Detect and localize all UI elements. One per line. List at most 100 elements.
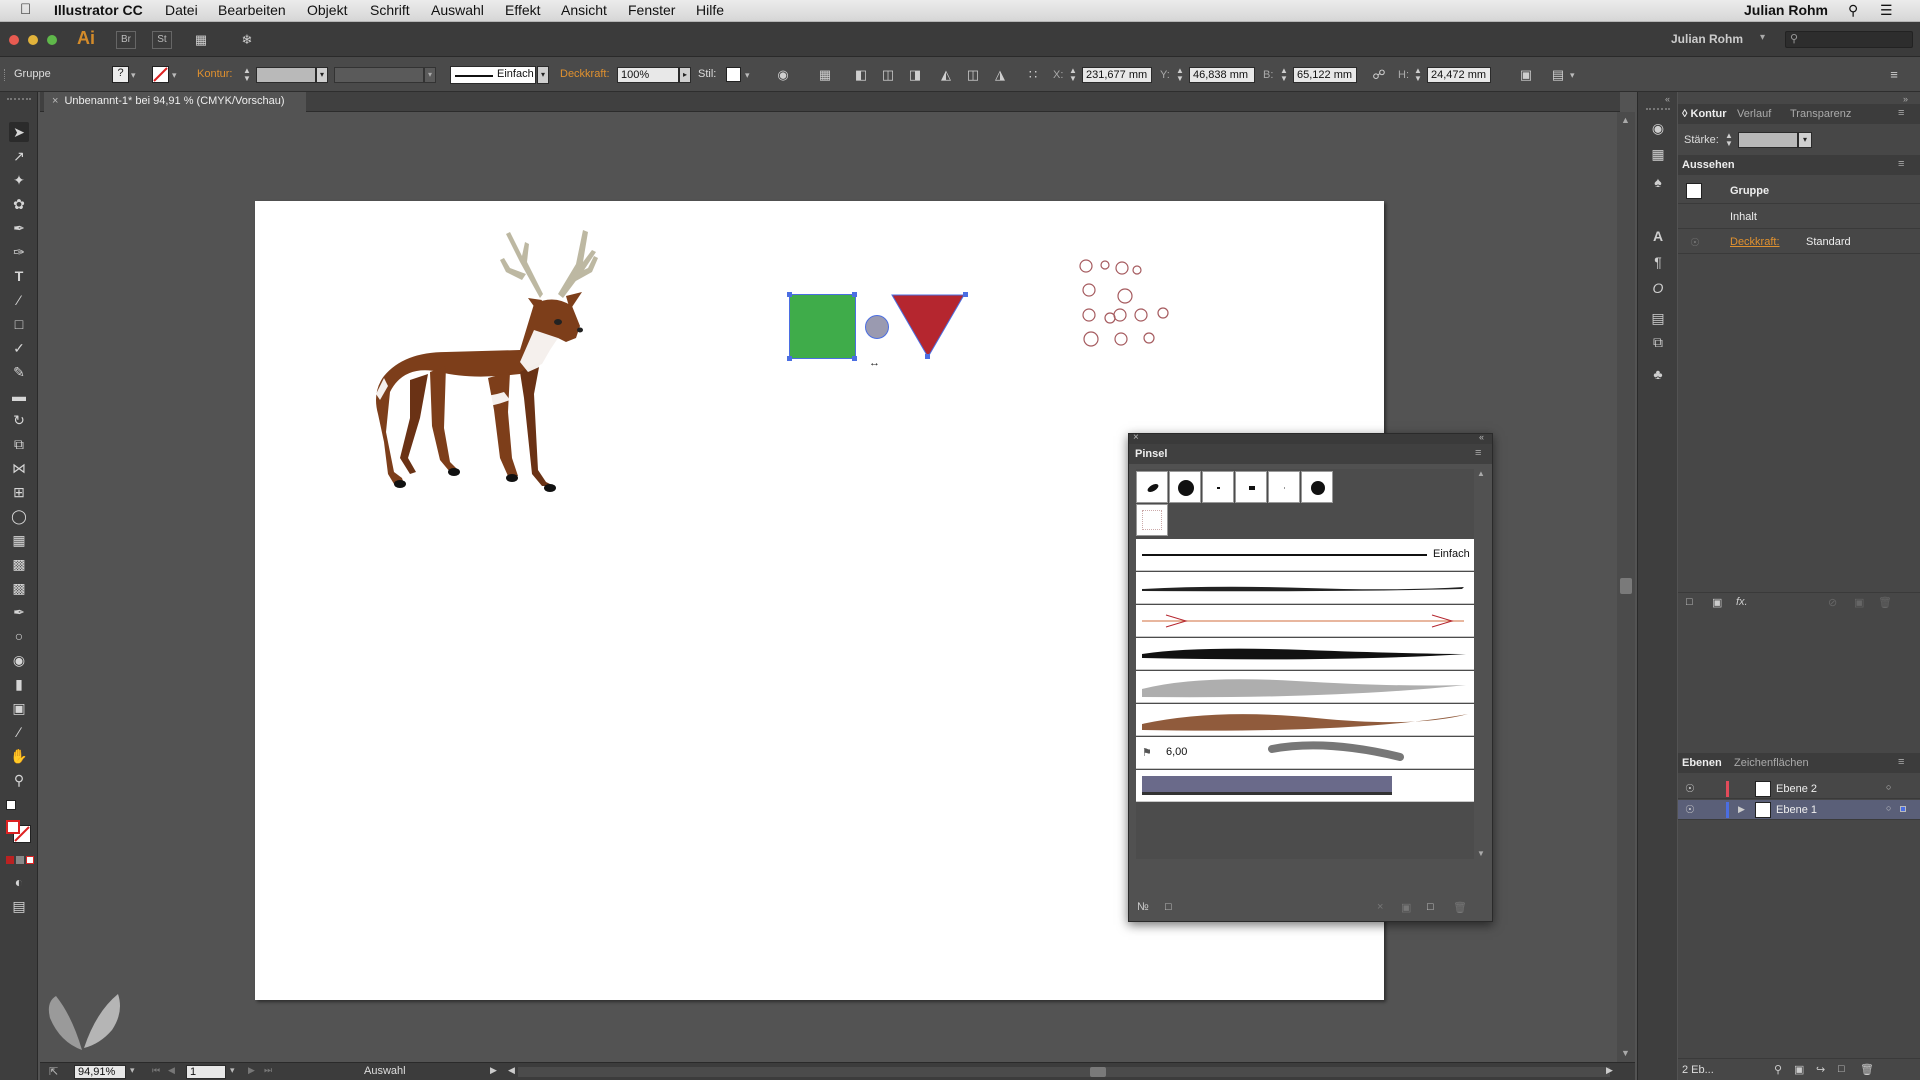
stroke-weight-dropdown-icon[interactable]: ▾ <box>316 67 328 83</box>
current-tool-status[interactable]: Auswahl <box>364 1065 406 1077</box>
artboard-tool-icon[interactable]: ▣ <box>9 698 29 718</box>
height-stepper[interactable]: ▲ ▼ <box>1413 67 1423 83</box>
blend-tool-icon[interactable]: ○ <box>9 626 29 646</box>
horizontal-scrollbar[interactable] <box>518 1067 1610 1077</box>
arrange-documents-icon[interactable]: ▦ <box>192 32 210 48</box>
search-stock-input[interactable]: ⚲ <box>1785 31 1913 48</box>
stock-button[interactable]: St <box>152 31 172 49</box>
scale-tool-icon[interactable]: ⧉ <box>9 434 29 454</box>
apple-icon[interactable]:  <box>20 1 31 18</box>
type-tool-icon[interactable]: T <box>9 266 29 286</box>
create-sublayer-icon[interactable]: ↪ <box>1816 1063 1825 1076</box>
layer-row-ebene-1[interactable]: ☉ ▶ Ebene 1 ○ <box>1678 800 1920 820</box>
width-tool-icon[interactable]: ⋈ <box>9 458 29 478</box>
appearance-group-row[interactable]: Gruppe <box>1678 178 1920 204</box>
zoom-window-button[interactable] <box>47 35 57 45</box>
new-brush-icon[interactable]: □ <box>1427 901 1434 913</box>
panel-stroke-weight-input[interactable] <box>1738 132 1798 148</box>
mesh-tool-icon[interactable]: ▩ <box>9 554 29 574</box>
close-window-button[interactable] <box>9 35 19 45</box>
green-square[interactable] <box>789 294 856 359</box>
graphic-style-chevron-down-icon[interactable]: ▾ <box>745 70 750 81</box>
gpu-performance-icon[interactable]: ❄ <box>238 32 256 48</box>
basic-brush-row[interactable]: Einfach <box>1136 539 1474 571</box>
bounding-box-handle[interactable] <box>852 292 857 297</box>
collapse-panel-icon[interactable]: « <box>1479 432 1484 442</box>
collapse-dock-icon[interactable]: « <box>1665 94 1670 104</box>
column-graph-tool-icon[interactable]: ▮ <box>9 674 29 694</box>
swatches-icon[interactable]: ▦ <box>1648 144 1668 164</box>
artboard-number-input[interactable]: 1 <box>186 1065 226 1079</box>
screen-mode-icon[interactable]: ▤ <box>9 896 29 916</box>
menu-fenster[interactable]: Fenster <box>628 2 675 18</box>
previous-artboard-icon[interactable]: ◀ <box>168 1065 175 1076</box>
art-brush-row[interactable] <box>1136 704 1474 736</box>
workspace-chevron-down-icon[interactable]: ▾ <box>1760 32 1765 43</box>
paintbrush-tool-icon[interactable]: ✓ <box>9 338 29 358</box>
art-brush-row[interactable] <box>1136 572 1474 604</box>
menu-schrift[interactable]: Schrift <box>370 2 410 18</box>
symbol-sprayer-tool-icon[interactable]: ◉ <box>9 650 29 670</box>
calligraphic-brush-chip[interactable] <box>1169 471 1201 503</box>
stroke-chevron-down-icon[interactable]: ▾ <box>172 70 177 81</box>
add-new-fill-icon[interactable]: ▣ <box>1712 596 1722 609</box>
layer-visibility-eye-icon[interactable]: ☉ <box>1685 782 1695 795</box>
slice-tool-icon[interactable]: ∕ <box>9 722 29 742</box>
next-artboard-icon[interactable]: ▶ <box>248 1065 255 1076</box>
last-artboard-icon[interactable]: ⏭ <box>264 1065 272 1076</box>
libraries-icon[interactable]: ♣ <box>1648 364 1668 384</box>
appearance-panel-menu-icon[interactable]: ≡ <box>1898 158 1904 170</box>
align-right-icon[interactable]: ◨ <box>906 67 924 83</box>
bounding-box-handle[interactable] <box>852 356 857 361</box>
selection-tool-icon[interactable]: ➤ <box>9 122 29 142</box>
width-input[interactable]: 65,122 mm <box>1293 67 1357 83</box>
x-stepper[interactable]: ▲ ▼ <box>1068 67 1078 83</box>
variable-width-profile-select[interactable] <box>334 67 424 83</box>
delete-layer-icon[interactable]: 🗑 <box>1860 1063 1874 1076</box>
menu-ansicht[interactable]: Ansicht <box>561 2 607 18</box>
pathfinder-icon[interactable]: ⧉ <box>1648 332 1668 352</box>
status-menu-arrow-icon[interactable]: ▶ <box>490 1065 497 1076</box>
tab-aussehen[interactable]: Aussehen <box>1682 159 1735 171</box>
height-input[interactable]: 24,472 mm <box>1427 67 1491 83</box>
drawing-modes-icon[interactable]: ◐ <box>9 872 29 892</box>
brush-definition-chevron-down-icon[interactable]: ▾ <box>537 66 549 84</box>
bounding-box-handle[interactable] <box>963 292 968 297</box>
bounding-box-handle[interactable] <box>925 354 930 359</box>
align-bottom-icon[interactable]: ◮ <box>991 67 1009 83</box>
width-profile-chevron-down-icon[interactable]: ▾ <box>424 67 436 83</box>
fill-chevron-down-icon[interactable]: ▾ <box>131 70 136 81</box>
brush-libraries-menu-icon[interactable]: № <box>1137 901 1149 913</box>
opentype-icon[interactable]: O <box>1648 278 1668 298</box>
align-to-selection-icon[interactable]: ▦ <box>816 67 834 83</box>
locate-object-icon[interactable]: ⚲ <box>1774 1063 1782 1076</box>
paragraph-icon[interactable]: ¶ <box>1648 252 1668 272</box>
layers-panel-menu-icon[interactable]: ≡ <box>1898 756 1904 768</box>
opacity-input[interactable]: 100% <box>617 67 679 83</box>
menu-auswahl[interactable]: Auswahl <box>431 2 484 18</box>
create-new-layer-icon[interactable]: □ <box>1838 1063 1845 1075</box>
shaper-tool-icon[interactable]: ✎ <box>9 362 29 382</box>
appearance-contents-row[interactable]: Inhalt <box>1678 205 1920 229</box>
scroll-up-arrow-icon[interactable]: ▲ <box>1477 469 1485 478</box>
lasso-tool-icon[interactable]: ✿ <box>9 194 29 214</box>
tab-zeichenflaechen[interactable]: Zeichenflächen <box>1734 757 1809 769</box>
tab-pinsel[interactable]: Pinsel <box>1135 448 1167 460</box>
rectangle-tool-icon[interactable]: □ <box>9 314 29 334</box>
opacity-label[interactable]: Deckkraft: <box>560 68 610 80</box>
transform-chevron-down-icon[interactable]: ▾ <box>1570 70 1575 81</box>
libraries-panel-icon[interactable]: □ <box>1165 901 1172 913</box>
y-stepper[interactable]: ▲ ▼ <box>1175 67 1185 83</box>
remove-brush-stroke-icon[interactable]: × <box>1377 901 1383 913</box>
art-brush-row[interactable] <box>1136 605 1474 637</box>
pattern-brush-row[interactable] <box>1136 770 1474 802</box>
opacity-slider-arrow-icon[interactable]: ▸ <box>679 67 691 83</box>
menu-bearbeiten[interactable]: Bearbeiten <box>218 2 286 18</box>
spotlight-search-icon[interactable]: ⚲ <box>1848 2 1858 19</box>
brush-definition-select[interactable]: Einfach <box>450 66 536 84</box>
eyedropper-tool-icon[interactable]: ✒ <box>9 602 29 622</box>
deer-illustration[interactable] <box>370 222 650 497</box>
bristle-brush-row[interactable]: ⚑ 6,00 <box>1136 737 1474 769</box>
free-transform-tool-icon[interactable]: ⊞ <box>9 482 29 502</box>
app-menu[interactable]: Illustrator CC <box>54 2 143 18</box>
